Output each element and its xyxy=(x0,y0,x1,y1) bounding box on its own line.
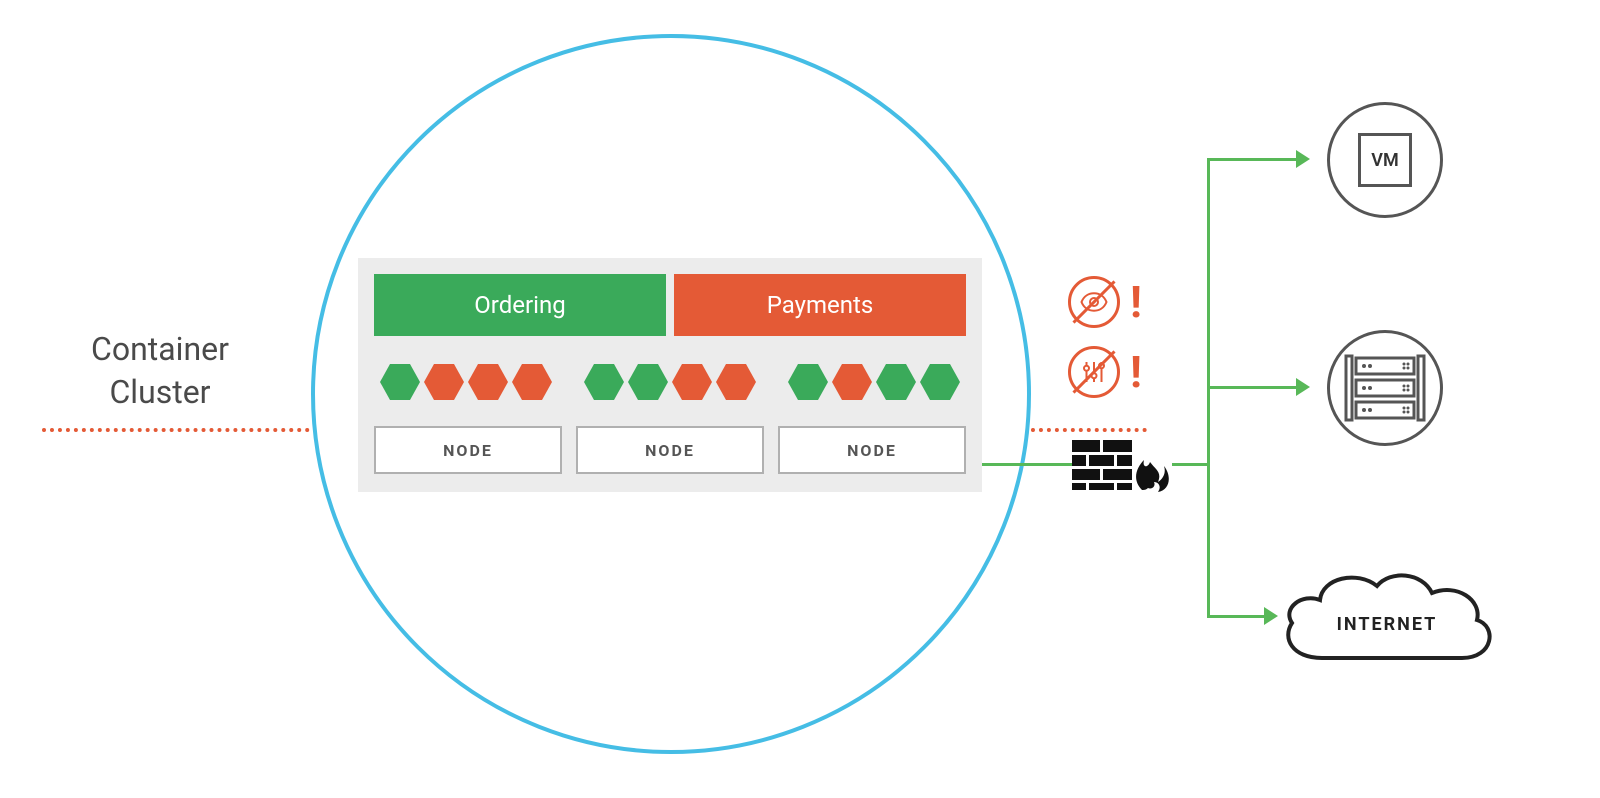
arrow-icon xyxy=(1296,150,1310,168)
exclamation-icon: ! xyxy=(1130,280,1142,324)
pod-hex-orange xyxy=(716,364,756,400)
target-internet: INTERNET xyxy=(1272,558,1502,678)
connector-line xyxy=(982,463,1072,466)
connector-branch xyxy=(1207,386,1297,389)
cluster-label-line2: Cluster xyxy=(30,371,290,414)
cluster-label: Container Cluster xyxy=(30,328,290,414)
node-box: NODE xyxy=(778,426,966,474)
connector-branch xyxy=(1207,615,1265,618)
pod-hex-green xyxy=(788,364,828,400)
vm-icon: VM xyxy=(1358,133,1412,187)
cluster-label-line1: Container xyxy=(30,328,290,371)
sliders-slash-icon xyxy=(1068,346,1120,398)
pod-hex-green xyxy=(920,364,960,400)
pod-hex-orange xyxy=(424,364,464,400)
warning-stack: ! ! xyxy=(1068,276,1142,398)
pod-hex-orange xyxy=(468,364,508,400)
server-rack-icon xyxy=(1342,352,1428,424)
node-box: NODE xyxy=(576,426,764,474)
diagram-canvas: Container Cluster Ordering Payments NODE… xyxy=(0,0,1600,798)
connector-line xyxy=(1172,463,1210,466)
service-ordering: Ordering xyxy=(374,274,666,336)
node-box: NODE xyxy=(374,426,562,474)
nodes-row: NODE NODE NODE xyxy=(374,426,966,474)
pod-hex-orange xyxy=(512,364,552,400)
no-control-warning: ! xyxy=(1068,346,1142,398)
vm-label: VM xyxy=(1371,150,1398,171)
pod-hex-green xyxy=(380,364,420,400)
cluster-panel: Ordering Payments NODE NODE NODE xyxy=(358,258,982,492)
services-row: Ordering Payments xyxy=(374,274,966,336)
pod-hex-green xyxy=(628,364,668,400)
internet-label: INTERNET xyxy=(1272,558,1502,678)
pod-hex-green xyxy=(876,364,916,400)
eye-slash-icon xyxy=(1068,276,1120,328)
firewall-icon xyxy=(1072,432,1172,494)
exclamation-icon: ! xyxy=(1130,350,1142,394)
arrow-icon xyxy=(1296,378,1310,396)
target-server xyxy=(1327,330,1443,446)
pods-hex-row xyxy=(374,364,966,400)
pod-hex-orange xyxy=(832,364,872,400)
connector-branch xyxy=(1207,158,1297,161)
target-vm: VM xyxy=(1327,102,1443,218)
service-payments: Payments xyxy=(674,274,966,336)
no-visibility-warning: ! xyxy=(1068,276,1142,328)
pod-hex-green xyxy=(584,364,624,400)
pod-hex-orange xyxy=(672,364,712,400)
